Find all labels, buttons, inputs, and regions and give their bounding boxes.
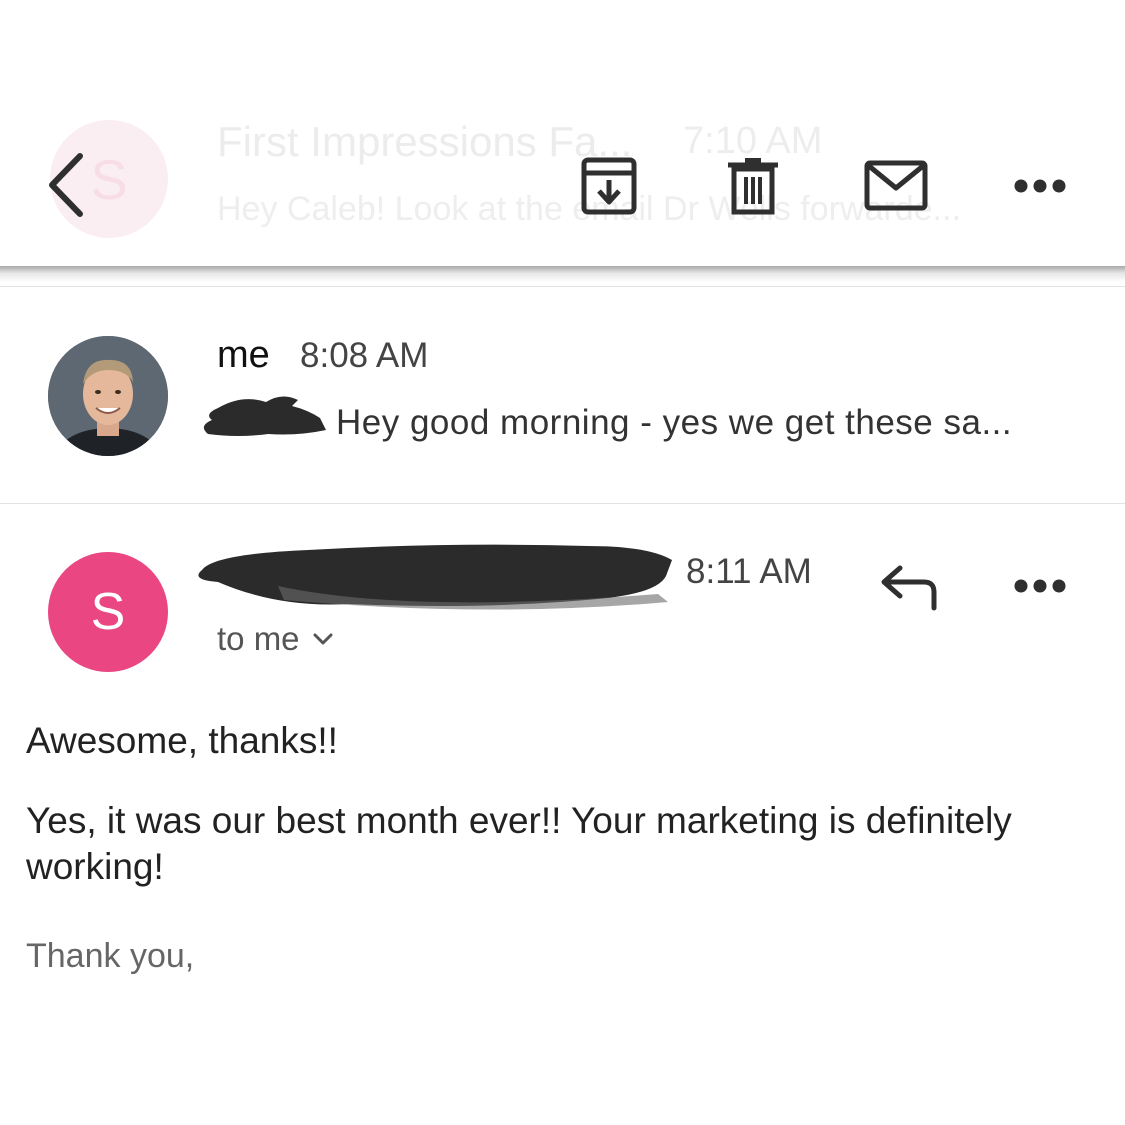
toolbar-shadow (0, 266, 1125, 282)
more-icon[interactable] (1012, 176, 1068, 196)
recipients-toggle[interactable]: to me (217, 620, 334, 658)
back-icon[interactable] (40, 150, 90, 220)
redaction-mark (198, 390, 328, 442)
divider (0, 286, 1125, 287)
more-icon[interactable] (1012, 576, 1068, 601)
toolbar: S First Impressions Fa... 7:10 AM Hey Ca… (0, 0, 1125, 268)
message-time: 8:11 AM (686, 552, 812, 591)
sender-avatar[interactable]: S (48, 552, 168, 672)
body-paragraph: Yes, it was our best month ever!! Your m… (26, 800, 1012, 887)
message-time: 8:08 AM (300, 336, 429, 375)
profile-photo (48, 336, 168, 456)
sender-name: me (217, 334, 270, 376)
body-paragraph: Awesome, thanks!! (26, 720, 338, 761)
mail-icon[interactable] (864, 160, 928, 212)
archive-icon[interactable] (580, 156, 638, 216)
redaction-mark (188, 536, 678, 616)
delete-icon[interactable] (726, 156, 780, 216)
message-body: Awesome, thanks!! Yes, it was our best m… (26, 718, 1096, 924)
signoff: Thank you, (26, 937, 195, 975)
divider (0, 503, 1125, 504)
reply-icon[interactable] (878, 560, 940, 617)
avatar[interactable] (48, 336, 168, 456)
ghost-subject: First Impressions Fa... (217, 118, 633, 165)
recipients-label: to me (217, 620, 300, 657)
message-snippet: Hey good morning - yes we get these sa..… (336, 403, 1013, 442)
chevron-down-icon (312, 631, 334, 647)
